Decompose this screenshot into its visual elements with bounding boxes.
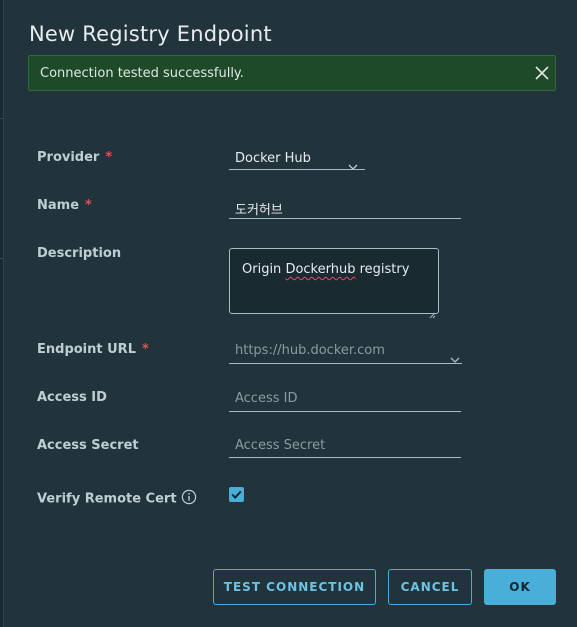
endpoint-url-combobox[interactable]: https://hub.docker.com: [229, 340, 462, 364]
endpoint-url-underline: [229, 363, 462, 364]
verify-remote-cert-label-text: Verify Remote Cert: [37, 491, 177, 507]
info-icon[interactable]: [181, 489, 197, 509]
success-alert: Connection tested successfully.: [28, 55, 556, 91]
access-secret-input[interactable]: Access Secret: [229, 435, 461, 458]
endpoint-url-label: Endpoint URL *: [37, 342, 149, 357]
provider-select[interactable]: Docker Hub: [229, 148, 365, 170]
required-marker: *: [141, 342, 149, 357]
endpoint-url-placeholder: https://hub.docker.com: [235, 343, 385, 358]
verify-remote-cert-checkbox[interactable]: [229, 487, 244, 502]
description-label: Description: [37, 246, 122, 261]
checkmark-icon: [231, 490, 242, 500]
name-input[interactable]: 도커허브: [229, 196, 461, 219]
access-id-label: Access ID: [37, 390, 107, 405]
modal-title: New Registry Endpoint: [29, 22, 272, 46]
provider-label: Provider *: [37, 150, 112, 165]
access-id-placeholder: Access ID: [235, 391, 298, 406]
provider-label-text: Provider: [37, 150, 100, 165]
required-marker: *: [85, 198, 92, 213]
name-label-text: Name: [37, 198, 80, 213]
access-id-input[interactable]: Access ID: [229, 388, 461, 412]
ok-button[interactable]: OK: [484, 569, 556, 605]
required-marker: *: [105, 150, 113, 165]
alert-message: Connection tested successfully.: [40, 66, 244, 81]
test-connection-button[interactable]: TEST CONNECTION: [213, 569, 376, 605]
access-id-underline: [229, 411, 461, 412]
resize-handle-icon[interactable]: [429, 304, 436, 319]
description-text-prefix: Origin: [242, 262, 286, 277]
spellcheck-word: Dockerhub: [285, 262, 356, 277]
provider-select-underline: [229, 169, 365, 170]
endpoint-url-label-text: Endpoint URL: [37, 342, 136, 357]
description-textarea[interactable]: Origin Dockerhub registry: [229, 248, 439, 319]
access-secret-label: Access Secret: [37, 438, 139, 453]
cancel-button[interactable]: CANCEL: [388, 569, 472, 605]
chevron-down-icon: [348, 155, 358, 170]
name-input-value: 도커허브: [235, 203, 283, 218]
name-label: Name *: [37, 198, 92, 213]
access-secret-underline: [229, 457, 461, 458]
modal-dialog: New Registry Endpoint Connection tested …: [3, 0, 577, 627]
name-input-underline: [229, 218, 461, 219]
close-icon[interactable]: [533, 64, 551, 82]
chevron-down-icon[interactable]: [450, 348, 460, 363]
access-secret-placeholder: Access Secret: [235, 438, 326, 453]
verify-remote-cert-label: Verify Remote Cert: [37, 489, 197, 509]
description-value: Origin Dockerhub registry: [242, 262, 409, 277]
description-text-suffix: registry: [355, 262, 410, 277]
provider-select-value: Docker Hub: [235, 151, 311, 166]
